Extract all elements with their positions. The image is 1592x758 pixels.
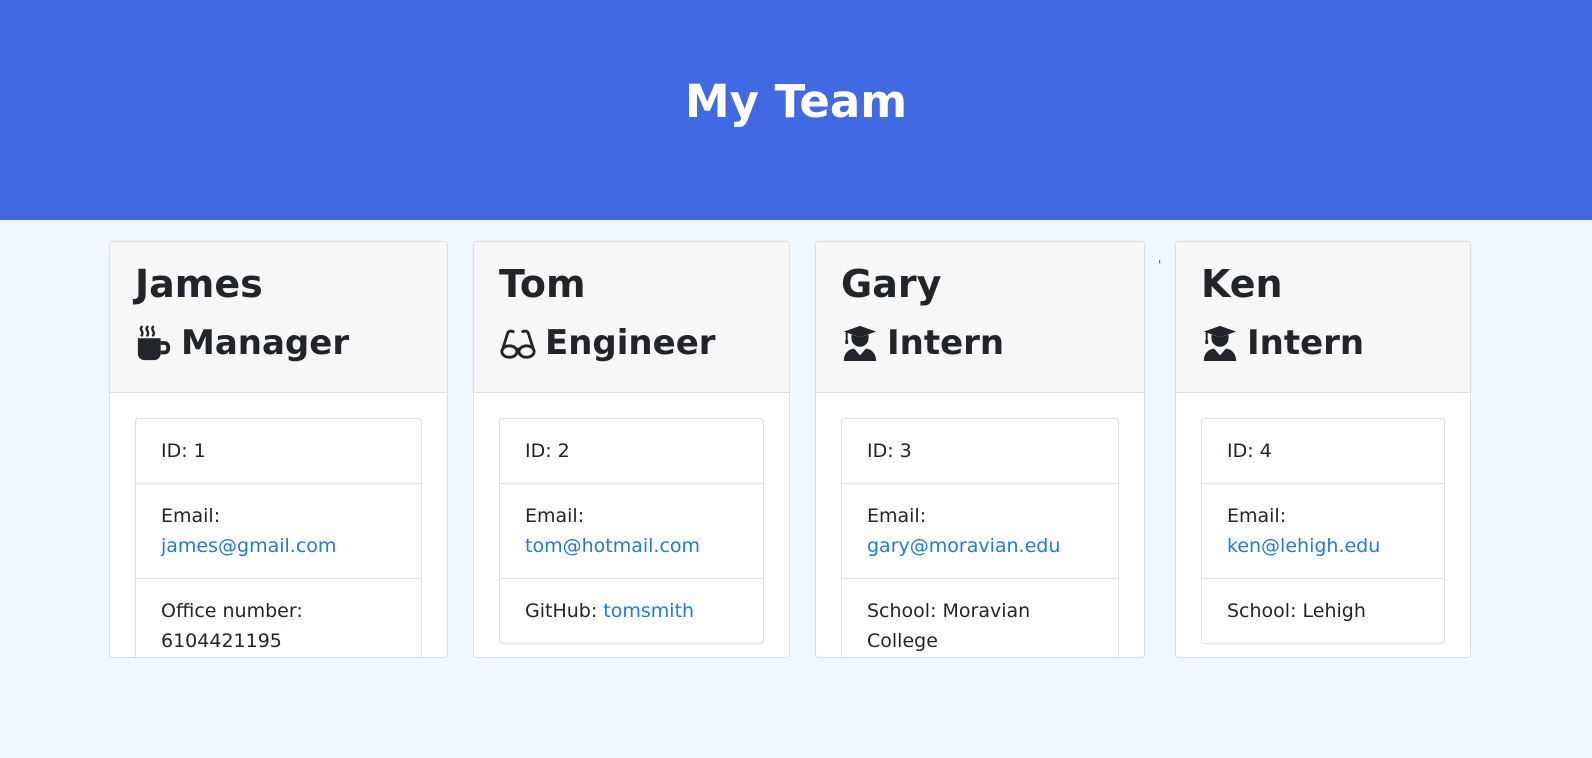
card-header: Gary Intern <box>816 242 1144 393</box>
email-label: Email: <box>161 505 221 527</box>
employee-role-label: Engineer <box>545 323 716 363</box>
card-header: James Manager <box>110 242 447 393</box>
card-header: Ken Intern <box>1176 242 1470 393</box>
employee-card-engineer: Tom Engineer ID: 2 Email: tom@hotmail.com… <box>473 241 790 658</box>
office-number-value: 6104421195 <box>161 630 282 652</box>
school-value: Lehigh <box>1302 600 1366 622</box>
email-label: Email: <box>867 505 927 527</box>
id-text: ID: 4 <box>1227 440 1272 462</box>
graduate-icon <box>841 324 879 362</box>
email-label: Email: <box>525 505 585 527</box>
employee-details: ID: 4 Email: ken@lehigh.edu School: Lehig… <box>1201 418 1445 644</box>
employee-card-intern: Gary Intern ID: 3 Email: gary@moravian.ed… <box>815 241 1145 658</box>
employee-role: Engineer <box>499 320 716 366</box>
id-text: ID: 2 <box>525 440 570 462</box>
github-label: GitHub: <box>525 600 598 622</box>
card-header: Tom Engineer <box>474 242 789 393</box>
email-link[interactable]: tom@hotmail.com <box>525 535 700 557</box>
employee-github: GitHub: tomsmith <box>500 579 763 643</box>
email-label: Email: <box>1227 505 1287 527</box>
employee-card-manager: James Manager ID: 1 Email: james@gmail.c… <box>109 241 448 658</box>
mug-icon <box>135 324 173 362</box>
email-link[interactable]: ken@lehigh.edu <box>1227 535 1380 557</box>
employee-school: School: Lehigh <box>1202 579 1444 643</box>
office-label: Office number: <box>161 600 303 622</box>
school-label: School: <box>867 600 937 622</box>
employee-id: ID: 1 <box>136 419 421 484</box>
school-label: School: <box>1227 600 1297 622</box>
id-text: ID: 1 <box>161 440 206 462</box>
employee-id: ID: 4 <box>1202 419 1444 484</box>
employee-role-label: Manager <box>181 323 350 363</box>
employee-role: Manager <box>135 320 349 366</box>
employee-role: Intern <box>841 320 1004 366</box>
page-header: My Team <box>0 0 1592 220</box>
email-link[interactable]: james@gmail.com <box>161 535 336 557</box>
graduate-icon <box>1201 324 1239 362</box>
employee-email: Email: gary@moravian.edu <box>842 484 1118 579</box>
employee-name: Tom <box>499 262 586 306</box>
employee-details: ID: 3 Email: gary@moravian.edu School: Mo… <box>841 418 1119 657</box>
glasses-icon <box>499 324 537 362</box>
employee-name: James <box>135 262 263 306</box>
employee-id: ID: 2 <box>500 419 763 484</box>
employee-email: Email: james@gmail.com <box>136 484 421 579</box>
email-link[interactable]: gary@moravian.edu <box>867 535 1060 557</box>
github-link[interactable]: tomsmith <box>603 600 694 622</box>
page-title: My Team <box>684 75 908 128</box>
id-text: ID: 3 <box>867 440 912 462</box>
employee-name: Gary <box>841 262 942 306</box>
employee-role: Intern <box>1201 320 1364 366</box>
employee-email: Email: ken@lehigh.edu <box>1202 484 1444 579</box>
employee-name: Ken <box>1201 262 1283 306</box>
employee-card-intern: Ken Intern ID: 4 Email: ken@lehigh.edu Sc… <box>1175 241 1471 658</box>
employee-details: ID: 2 Email: tom@hotmail.com GitHub: toms… <box>499 418 764 644</box>
employee-role-label: Intern <box>887 323 1005 363</box>
employee-school: School: Moravian College <box>842 579 1118 657</box>
stray-mark: ' <box>1158 258 1162 272</box>
employee-office-number: Office number: 6104421195 <box>136 579 421 657</box>
employee-email: Email: tom@hotmail.com <box>500 484 763 579</box>
employee-details: ID: 1 Email: james@gmail.com Office numb… <box>135 418 422 657</box>
employee-role-label: Intern <box>1247 323 1365 363</box>
employee-id: ID: 3 <box>842 419 1118 484</box>
